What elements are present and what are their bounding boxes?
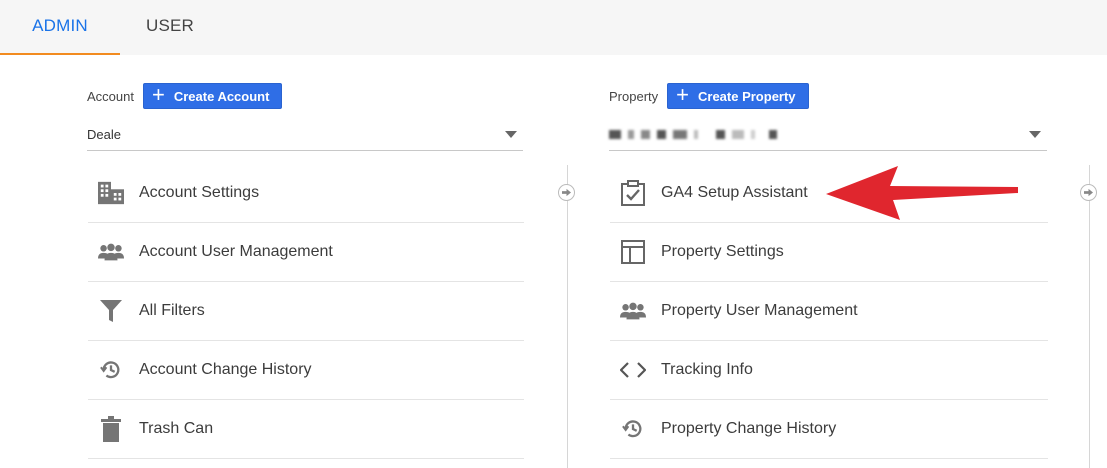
tab-admin[interactable]: ADMIN	[0, 0, 120, 55]
property-label: Property	[609, 88, 659, 104]
plus-icon: +	[151, 82, 165, 107]
menu-item-property-settings[interactable]: Property Settings	[610, 223, 1048, 282]
building-icon	[98, 180, 124, 206]
next-column-button[interactable]	[1080, 184, 1097, 201]
menu-item-label: Property Settings	[661, 243, 784, 260]
menu-item-all-filters[interactable]: All Filters	[88, 282, 524, 341]
tab-bar: ADMIN USER	[0, 0, 1107, 55]
menu-item-label: Account Change History	[139, 361, 312, 378]
tab-user[interactable]: USER	[120, 0, 220, 55]
menu-item-label: Account User Management	[139, 243, 333, 260]
menu-item-label: Trash Can	[139, 420, 214, 437]
annotation-arrow-icon	[826, 166, 1018, 220]
menu-item-label: All Filters	[139, 302, 205, 319]
menu-item-label: GA4 Setup Assistant	[661, 184, 808, 201]
menu-item-label: Property Change History	[661, 420, 837, 437]
column-divider	[567, 165, 568, 468]
checklist-icon	[620, 180, 646, 206]
property-header: Property + Create Property	[609, 83, 809, 109]
history-icon	[620, 416, 646, 442]
filter-icon	[98, 298, 124, 324]
create-property-label: Create Property	[698, 88, 796, 104]
create-account-label: Create Account	[173, 88, 270, 104]
column-divider	[1089, 165, 1090, 468]
account-selector[interactable]: Deale	[87, 118, 523, 151]
account-label: Account	[87, 88, 134, 104]
create-account-button[interactable]: + Create Account	[142, 82, 283, 109]
code-icon	[620, 357, 646, 383]
plus-icon: +	[676, 82, 689, 107]
menu-item-account-user-management[interactable]: Account User Management	[88, 223, 524, 282]
account-header: Account + Create Account	[87, 82, 283, 109]
menu-item-property-change-history[interactable]: Property Change History	[610, 400, 1048, 459]
menu-item-property-user-management[interactable]: Property User Management	[610, 282, 1048, 341]
chevron-down-icon	[1029, 130, 1041, 138]
account-selected-value: Deale	[87, 126, 121, 142]
menu-item-label: Tracking Info	[661, 361, 753, 378]
arrow-right-icon	[562, 188, 571, 197]
property-selected-value-redacted	[609, 129, 784, 139]
chevron-down-icon	[505, 130, 517, 138]
trash-icon	[98, 416, 124, 442]
people-icon	[620, 298, 646, 324]
people-icon	[98, 239, 124, 265]
next-column-button[interactable]	[558, 184, 575, 201]
menu-item-trash-can[interactable]: Trash Can	[88, 400, 524, 459]
menu-item-account-change-history[interactable]: Account Change History	[88, 341, 524, 400]
arrow-right-icon	[1084, 188, 1093, 197]
layout-icon	[620, 239, 646, 265]
menu-item-tracking-info[interactable]: Tracking Info	[610, 341, 1048, 400]
create-property-button[interactable]: + Create Property	[667, 82, 809, 109]
menu-item-account-settings[interactable]: Account Settings	[88, 164, 524, 223]
menu-item-label: Property User Management	[661, 302, 858, 319]
history-icon	[98, 357, 124, 383]
property-selector[interactable]	[609, 118, 1047, 151]
menu-item-label: Account Settings	[139, 184, 260, 201]
